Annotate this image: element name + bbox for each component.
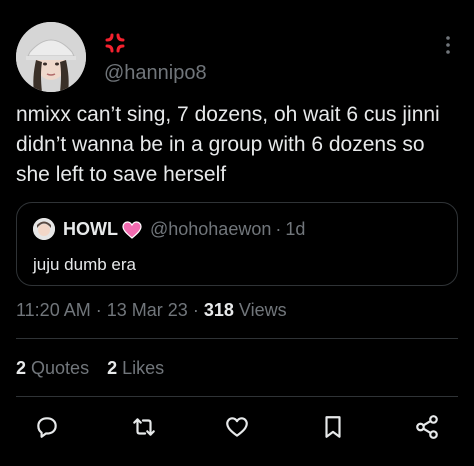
views-count: 318 [203, 300, 234, 320]
quoted-tweet[interactable]: HOWL @hohohaewon · 1d juju dumb era [16, 202, 458, 286]
likes-stat[interactable]: 2 Likes [107, 358, 164, 378]
quoted-tweet-text: juju dumb era [33, 255, 137, 274]
like-icon[interactable] [224, 414, 250, 440]
quotes-label: Quotes [31, 358, 90, 378]
bookmark-icon[interactable] [320, 414, 346, 440]
engagement-stats: 2 Quotes 2 Likes [16, 358, 164, 379]
more-options-icon[interactable] [438, 34, 458, 56]
quotes-stat[interactable]: 2 Quotes [16, 358, 89, 378]
quoted-author-name[interactable]: HOWL [63, 219, 118, 240]
likes-count: 2 [107, 358, 118, 378]
share-icon[interactable] [414, 414, 440, 440]
quoted-age[interactable]: 1d [285, 219, 305, 240]
retweet-icon[interactable] [131, 414, 157, 440]
quoted-author-handle[interactable]: @hohohaewon [150, 219, 271, 240]
tweet-text: nmixx can’t sing, 7 dozens, oh wait 6 cu… [16, 103, 440, 186]
author-avatar[interactable] [16, 22, 86, 92]
anger-symbol-icon[interactable] [104, 32, 126, 54]
divider [16, 396, 458, 397]
tweet-timestamp: 11:20 AM · 13 Mar 23 · 318 Views [16, 300, 287, 321]
quoted-author-avatar[interactable] [33, 218, 55, 240]
quotes-count: 2 [16, 358, 27, 378]
pink-heart-icon [122, 220, 142, 239]
author-handle[interactable]: @hannipo8 [104, 62, 207, 85]
timestamp-separator: · [95, 300, 102, 320]
divider [16, 338, 458, 339]
likes-label: Likes [122, 358, 165, 378]
views-label: Views [238, 300, 287, 320]
tweet-date[interactable]: 13 Mar 23 [107, 300, 188, 320]
reply-icon[interactable] [34, 414, 60, 440]
timestamp-separator: · [192, 300, 199, 320]
quoted-separator: · [275, 219, 282, 239]
action-bar [0, 410, 474, 444]
tweet-time[interactable]: 11:20 AM [16, 300, 91, 320]
